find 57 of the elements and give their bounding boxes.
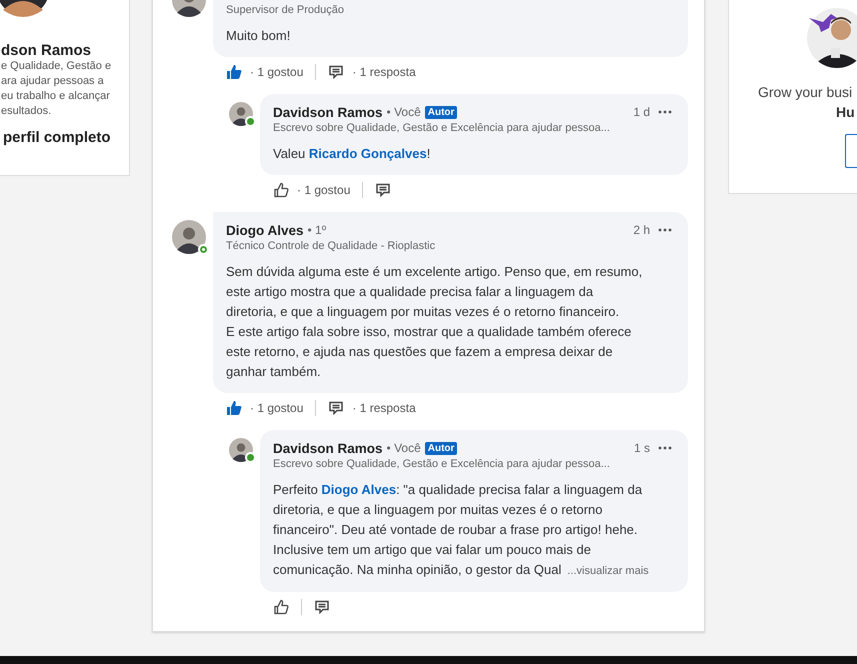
thumbs-up-icon (226, 64, 242, 80)
connection-degree: • Você (386, 441, 421, 455)
comment-time: 1 d (633, 105, 650, 119)
full-profile-link[interactable]: perfil completo (1, 129, 111, 146)
comment-icon (314, 599, 330, 615)
thumbs-up-icon (226, 400, 242, 416)
like-count[interactable]: · 1 gostou (250, 65, 304, 79)
like-button[interactable] (273, 599, 289, 615)
reply-button[interactable] (314, 599, 330, 615)
author-name[interactable]: Davidson Ramos (273, 104, 383, 120)
avatar[interactable] (172, 220, 206, 254)
connection-degree: • Você (386, 105, 421, 119)
thumbs-up-icon (273, 599, 289, 615)
author-headline: Técnico Controle de Qualidade - Rioplastic (226, 239, 436, 253)
like-button[interactable] (226, 400, 242, 416)
author-headline: Escrevo sobre Qualidade, Gestão e Excelência para ajudar pessoa... (273, 457, 611, 471)
author-name[interactable]: Davidson Ramos (273, 440, 383, 456)
reply-button[interactable] (328, 400, 344, 416)
thumbs-up-icon (273, 182, 289, 198)
author-badge: Autor (424, 442, 458, 454)
more-options-icon[interactable] (658, 110, 672, 114)
like-button[interactable] (273, 182, 289, 198)
author-badge: Autor (424, 106, 458, 118)
connection-degree: • 1º (308, 223, 326, 237)
mention-link[interactable]: Ricardo Gonçalves (308, 146, 427, 161)
profile-name[interactable]: dson Ramos (1, 42, 92, 59)
reply-button[interactable] (375, 182, 392, 198)
author-headline: Supervisor de Produção (226, 3, 346, 17)
profile-headline: eu trabalho e alcançar (1, 89, 110, 104)
comment-time: 2 h (633, 223, 650, 237)
outline-button[interactable] (845, 134, 857, 168)
more-options-icon[interactable] (658, 446, 672, 450)
like-count[interactable]: · 1 gostou (297, 183, 350, 197)
profile-headline: e Qualidade, Gestão e (1, 59, 112, 74)
origami-bird-icon (809, 14, 839, 34)
comment-text: Sem dúvida alguma este é um excelente artigo. Penso que, em resumo, este artigo mostra que a qualidade precisa falar a linguagem da diretoria, e que a linguagem por muitas vezes é o retorno financeiro. E este artigo fala sobre isso, mostrar que a qualidade também oferece este retorno, e ajuda nas questões que fazem a empresa deixar de ganhar também. (226, 263, 644, 381)
comment-text: Muito bom! (226, 27, 292, 45)
like-button[interactable] (226, 64, 242, 80)
like-count[interactable]: · 1 gostou (250, 401, 304, 415)
comment-icon (328, 64, 344, 80)
comment-icon (375, 182, 392, 198)
comment-icon (328, 400, 344, 416)
more-options-icon[interactable] (658, 228, 672, 232)
see-more-link[interactable]: ...visualizar mais (567, 565, 649, 577)
comment-text: Valeu Ricardo Gonçalves! (273, 145, 432, 163)
author-headline: Escrevo sobre Qualidade, Gestão e Excelência para ajudar pessoa... (273, 121, 611, 135)
profile-headline: esultados. (1, 104, 52, 119)
reply-button[interactable] (328, 64, 344, 80)
promo-text: Hu (836, 104, 855, 120)
promo-text: Grow your busi (758, 84, 852, 100)
comment-text: Perfeito Diogo Alves: "a qualidade precisa falar a linguagem da diretoria, e que a linguagem por muitas vezes é o retorno financeiro". Deu até vontade de roubar a frase pro artigo! hehe. Inclusive tem um artigo que vai falar um pouco mais de comunicação. Na minha opinião, o gestor da Qual ...visualizar mais (273, 481, 650, 579)
reply-count[interactable]: · 1 resposta (352, 65, 416, 79)
mention-link[interactable]: Diogo Alves (321, 482, 396, 497)
reply-count[interactable]: · 1 resposta (352, 401, 416, 415)
author-name[interactable]: Diogo Alves (226, 222, 304, 238)
comment-time: 1 s (634, 441, 650, 455)
profile-headline: ara ajudar pessoas a (1, 74, 104, 89)
